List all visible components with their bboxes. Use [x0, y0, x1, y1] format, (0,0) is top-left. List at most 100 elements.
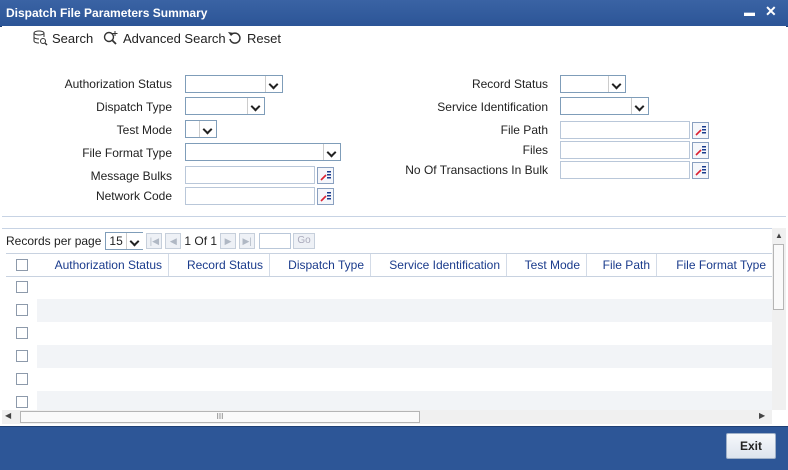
records-per-page-value: 15 — [109, 234, 123, 248]
network-code-lov-icon[interactable] — [317, 188, 334, 205]
go-button[interactable]: Go — [293, 233, 316, 249]
vertical-scroll-thumb[interactable] — [773, 244, 784, 310]
search-button[interactable]: Search — [32, 30, 93, 46]
list-of-values-icon — [695, 166, 706, 176]
authorization-status-select[interactable] — [185, 75, 283, 93]
file-path-lov-icon[interactable] — [692, 122, 709, 139]
scroll-right-icon[interactable]: ▶ — [759, 411, 765, 420]
no-of-transactions-in-bulk-label: No Of Transactions In Bulk — [405, 163, 548, 177]
service-identification-select[interactable] — [560, 97, 649, 115]
close-icon[interactable]: ✕ — [765, 4, 777, 18]
service-identification-label: Service Identification — [437, 100, 548, 114]
toolbar: Search Advanced Search Reset — [2, 26, 786, 51]
column-file-path[interactable]: File Path — [587, 254, 657, 276]
network-code-input[interactable] — [185, 187, 315, 205]
table-row[interactable] — [6, 391, 772, 410]
row-cells — [37, 345, 772, 368]
database-search-icon — [33, 30, 48, 46]
table-row[interactable] — [6, 276, 772, 299]
row-cells — [37, 322, 772, 345]
column-test-mode[interactable]: Test Mode — [507, 254, 587, 276]
message-bulks-label: Message Bulks — [90, 169, 172, 183]
row-cells — [37, 391, 772, 410]
row-checkbox[interactable] — [16, 396, 28, 408]
reset-button[interactable]: Reset — [227, 30, 281, 46]
table-row[interactable] — [6, 322, 772, 345]
column-record-status[interactable]: Record Status — [169, 254, 270, 276]
advanced-search-button[interactable]: Advanced Search — [102, 30, 226, 46]
window-titlebar: Dispatch File Parameters Summary ▬ ✕ — [0, 0, 788, 27]
network-code-label: Network Code — [95, 189, 172, 203]
window-title: Dispatch File Parameters Summary — [6, 6, 208, 20]
records-per-page-label: Records per page — [6, 234, 102, 248]
vertical-scrollbar[interactable]: ▲ — [772, 228, 786, 410]
scroll-left-icon[interactable]: ◀ — [5, 411, 11, 420]
row-checkbox[interactable] — [16, 304, 28, 316]
horizontal-scroll-thumb[interactable]: III — [20, 411, 420, 423]
records-per-page-select[interactable]: 15 — [105, 232, 144, 250]
column-dispatch-type[interactable]: Dispatch Type — [270, 254, 371, 276]
table-header: Authorization Status Record Status Dispa… — [6, 253, 772, 277]
footer-bar — [0, 426, 788, 470]
file-format-type-label: File Format Type — [82, 146, 172, 160]
pager: Records per page 15 |◀ ◀ 1 Of 1 ▶ ▶| Go — [6, 232, 316, 250]
chevron-down-icon — [126, 233, 144, 249]
dispatch-type-select[interactable] — [185, 97, 265, 115]
row-cells — [37, 299, 772, 322]
last-page-icon[interactable]: ▶| — [239, 233, 256, 249]
list-of-values-icon — [320, 192, 331, 202]
scroll-up-icon[interactable]: ▲ — [775, 231, 783, 240]
record-status-label: Record Status — [471, 77, 548, 91]
test-mode-label: Test Mode — [116, 123, 172, 137]
list-of-values-icon — [695, 146, 706, 156]
reset-icon — [228, 32, 241, 44]
row-checkbox[interactable] — [16, 373, 28, 385]
no-of-transactions-in-bulk-input[interactable] — [560, 161, 690, 179]
message-bulks-input[interactable] — [185, 166, 315, 184]
previous-page-icon[interactable]: ◀ — [165, 233, 182, 249]
row-checkbox[interactable] — [16, 327, 28, 339]
chevron-down-icon — [265, 76, 282, 92]
select-all-checkbox[interactable] — [16, 259, 28, 271]
message-bulks-lov-icon[interactable] — [317, 167, 334, 184]
authorization-status-label: Authorization Status — [64, 77, 172, 91]
record-status-select[interactable] — [560, 75, 626, 93]
table-row[interactable] — [6, 368, 772, 391]
page-number-input[interactable] — [259, 233, 292, 249]
chevron-down-icon — [608, 76, 625, 92]
exit-button[interactable]: Exit — [726, 433, 776, 459]
no-of-transactions-lov-icon[interactable] — [692, 162, 709, 179]
row-cells — [37, 276, 772, 299]
chevron-down-icon — [323, 144, 340, 160]
row-checkbox[interactable] — [16, 350, 28, 362]
file-path-input[interactable] — [560, 121, 690, 139]
files-label: Files — [522, 143, 548, 157]
first-page-icon[interactable]: |◀ — [146, 233, 163, 249]
page-info: 1 Of 1 — [184, 234, 218, 248]
table-row[interactable] — [6, 299, 772, 322]
test-mode-select[interactable] — [185, 120, 217, 138]
file-path-label: File Path — [500, 123, 548, 137]
minimize-icon[interactable]: ▬ — [744, 6, 755, 20]
column-file-format-type[interactable]: File Format Type — [657, 254, 772, 276]
advanced-search-label: Advanced Search — [123, 30, 226, 46]
chevron-down-icon — [631, 98, 648, 114]
next-page-icon[interactable]: ▶ — [220, 233, 237, 249]
file-format-type-select[interactable] — [185, 143, 341, 161]
row-checkbox[interactable] — [16, 281, 28, 293]
search-label: Search — [52, 30, 94, 46]
files-input[interactable] — [560, 141, 690, 159]
row-cells — [37, 368, 772, 391]
chevron-down-glyph — [126, 233, 144, 249]
chevron-down-icon — [247, 98, 264, 114]
list-of-values-icon — [320, 171, 331, 181]
chevron-down-icon — [199, 121, 216, 137]
column-service-identification[interactable]: Service Identification — [371, 254, 507, 276]
horizontal-scrollbar[interactable]: ◀ III ▶ — [2, 410, 772, 424]
files-lov-icon[interactable] — [692, 142, 709, 159]
list-of-values-icon — [695, 126, 706, 136]
reset-label: Reset — [247, 30, 281, 46]
column-authorization-status[interactable]: Authorization Status — [37, 254, 169, 276]
advanced-search-icon — [103, 31, 118, 45]
table-row[interactable] — [6, 345, 772, 368]
